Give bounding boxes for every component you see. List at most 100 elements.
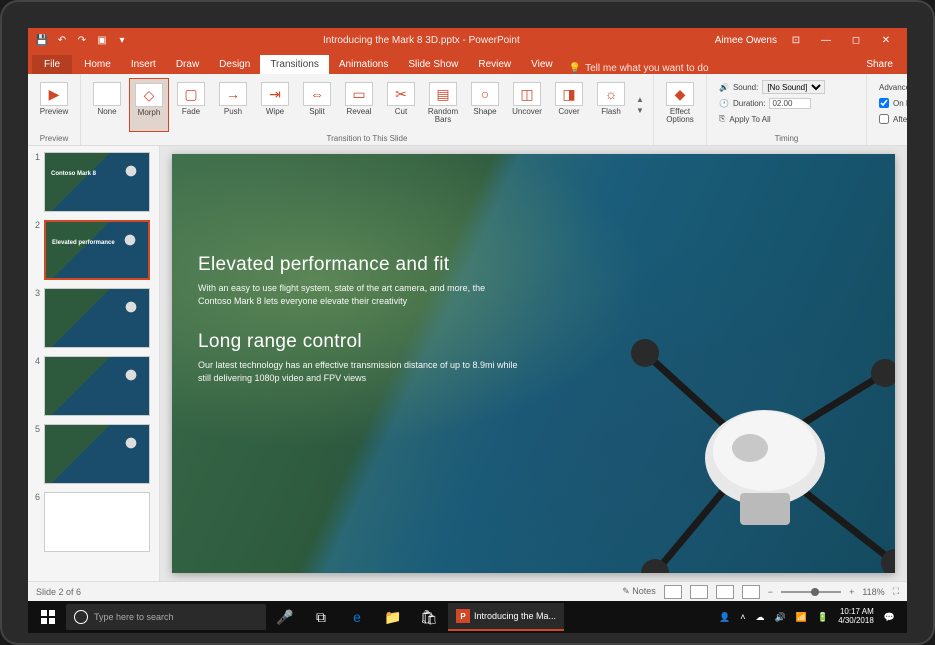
slide-heading-2[interactable]: Long range control — [198, 331, 518, 353]
transition-cover[interactable]: ◨Cover — [549, 78, 589, 132]
tab-review[interactable]: Review — [468, 55, 521, 74]
transition-icon: ⇔ — [303, 82, 331, 106]
notes-button[interactable]: ✎ Notes — [622, 586, 656, 597]
share-button[interactable]: Share — [856, 55, 903, 74]
slide-body-2[interactable]: Our latest technology has an effective t… — [198, 359, 518, 384]
cortana-mic-icon[interactable]: 🎤 — [268, 603, 302, 631]
tab-transitions[interactable]: Transitions — [260, 55, 329, 74]
slide-thumbnail[interactable] — [44, 492, 150, 552]
thumb-number: 6 — [32, 492, 40, 552]
transition-icon: ▢ — [177, 82, 205, 106]
transition-morph[interactable]: ◇Morph — [129, 78, 169, 132]
tab-draw[interactable]: Draw — [166, 55, 209, 74]
taskbar-clock[interactable]: 10:17 AM 4/30/2018 — [838, 608, 874, 626]
transition-shape[interactable]: ○Shape — [465, 78, 505, 132]
minimize-button[interactable]: — — [813, 31, 839, 49]
transition-none[interactable]: None — [87, 78, 127, 132]
save-icon[interactable]: 💾 — [36, 34, 48, 46]
duration-input[interactable]: 02.00 — [769, 98, 811, 109]
onedrive-icon[interactable]: ☁ — [756, 612, 765, 623]
transition-cut[interactable]: ✂Cut — [381, 78, 421, 132]
transition-uncover[interactable]: ◫Uncover — [507, 78, 547, 132]
transitions-gallery-more[interactable]: ▲▼ — [633, 78, 647, 132]
transition-icon: ⇥ — [261, 82, 289, 106]
sorter-view-button[interactable] — [690, 585, 708, 599]
user-name[interactable]: Aimee Owens — [715, 35, 777, 46]
tab-animations[interactable]: Animations — [329, 55, 398, 74]
zoom-in-button[interactable]: + — [849, 587, 854, 597]
zoom-level[interactable]: 118% — [862, 587, 884, 597]
effect-options-icon: ◆ — [666, 82, 694, 106]
effect-options-button[interactable]: ◆ Effect Options — [660, 78, 700, 132]
transition-reveal[interactable]: ▭Reveal — [339, 78, 379, 132]
on-mouse-click-checkbox[interactable] — [879, 98, 889, 108]
qat-dropdown-icon[interactable]: ▾ — [116, 34, 128, 46]
apply-to-all-button[interactable]: ⎘ Apply To All — [719, 112, 854, 126]
tray-up-icon[interactable]: ˄ — [740, 612, 745, 622]
tab-insert[interactable]: Insert — [121, 55, 166, 74]
action-center-icon[interactable]: 💬 — [884, 612, 895, 623]
transition-flash[interactable]: ☼Flash — [591, 78, 631, 132]
normal-view-button[interactable] — [664, 585, 682, 599]
transition-fade[interactable]: ▢Fade — [171, 78, 211, 132]
transition-icon: ☼ — [597, 82, 625, 106]
tab-slideshow[interactable]: Slide Show — [398, 55, 468, 74]
taskbar-search[interactable]: Type here to search — [66, 604, 266, 630]
file-tab[interactable]: File — [32, 55, 72, 74]
transition-icon: ◨ — [555, 82, 583, 106]
cortana-icon — [74, 610, 88, 624]
transition-push[interactable]: →Push — [213, 78, 253, 132]
task-view-button[interactable]: ⧉ — [304, 603, 338, 631]
slide-body-1[interactable]: With an easy to use flight system, state… — [198, 282, 518, 307]
slideshow-view-button[interactable] — [742, 585, 760, 599]
fit-to-window-button[interactable]: ⛶ — [893, 586, 899, 597]
ribbon-options-icon[interactable]: ⊡ — [783, 31, 809, 49]
after-checkbox[interactable] — [879, 114, 889, 124]
maximize-button[interactable]: ◻ — [843, 31, 869, 49]
slide-editor-area[interactable]: Elevated performance and fit With an eas… — [160, 146, 907, 581]
zoom-out-button[interactable]: − — [768, 587, 773, 597]
close-button[interactable]: ✕ — [873, 31, 899, 49]
file-explorer-icon[interactable]: 📁 — [376, 603, 410, 631]
edge-icon[interactable]: e — [340, 603, 374, 631]
workspace: 1Contoso Mark 82Elevated performance3456… — [28, 146, 907, 581]
store-icon[interactable]: 🛍 — [412, 603, 446, 631]
tab-view[interactable]: View — [521, 55, 563, 74]
start-button[interactable] — [32, 603, 64, 631]
slide-heading-1[interactable]: Elevated performance and fit — [198, 254, 518, 276]
lightbulb-icon: 💡 — [569, 63, 581, 74]
network-icon[interactable]: 📶 — [796, 612, 807, 623]
speaker-icon: 🔊 — [719, 83, 729, 92]
slide-thumbnail-panel[interactable]: 1Contoso Mark 82Elevated performance3456 — [28, 146, 160, 581]
transition-wipe[interactable]: ⇥Wipe — [255, 78, 295, 132]
powerpoint-taskbar-button[interactable]: P Introducing the Ma... — [448, 603, 564, 631]
slide-thumbnail[interactable]: Elevated performance — [44, 220, 150, 280]
volume-icon[interactable]: 🔊 — [775, 612, 786, 623]
start-from-beginning-icon[interactable]: ▣ — [96, 34, 108, 46]
slide-thumbnail[interactable] — [44, 356, 150, 416]
undo-icon[interactable]: ↶ — [56, 34, 68, 46]
transition-icon: ○ — [471, 82, 499, 106]
people-icon[interactable]: 👤 — [719, 612, 730, 623]
document-title: Introducing the Mark 8 3D.pptx - PowerPo… — [128, 35, 715, 46]
transition-icon: ◇ — [135, 83, 163, 107]
transition-icon: → — [219, 82, 247, 106]
powerpoint-icon: P — [456, 609, 470, 623]
tab-design[interactable]: Design — [209, 55, 260, 74]
slide-thumbnail[interactable] — [44, 288, 150, 348]
tell-me-search[interactable]: 💡 Tell me what you want to do — [569, 63, 709, 74]
slide-thumbnail[interactable]: Contoso Mark 8 — [44, 152, 150, 212]
slide-canvas[interactable]: Elevated performance and fit With an eas… — [172, 154, 895, 573]
slide-thumbnail[interactable] — [44, 424, 150, 484]
clock-icon: 🕐 — [719, 99, 729, 108]
zoom-slider[interactable] — [781, 591, 841, 593]
transition-random-bars[interactable]: ▤Random Bars — [423, 78, 463, 132]
tab-home[interactable]: Home — [74, 55, 121, 74]
preview-button[interactable]: ▶ Preview — [34, 78, 74, 132]
sound-select[interactable]: [No Sound] — [762, 80, 825, 94]
reading-view-button[interactable] — [716, 585, 734, 599]
thumb-number: 1 — [32, 152, 40, 212]
redo-icon[interactable]: ↷ — [76, 34, 88, 46]
transition-split[interactable]: ⇔Split — [297, 78, 337, 132]
battery-icon[interactable]: 🔋 — [817, 612, 828, 623]
